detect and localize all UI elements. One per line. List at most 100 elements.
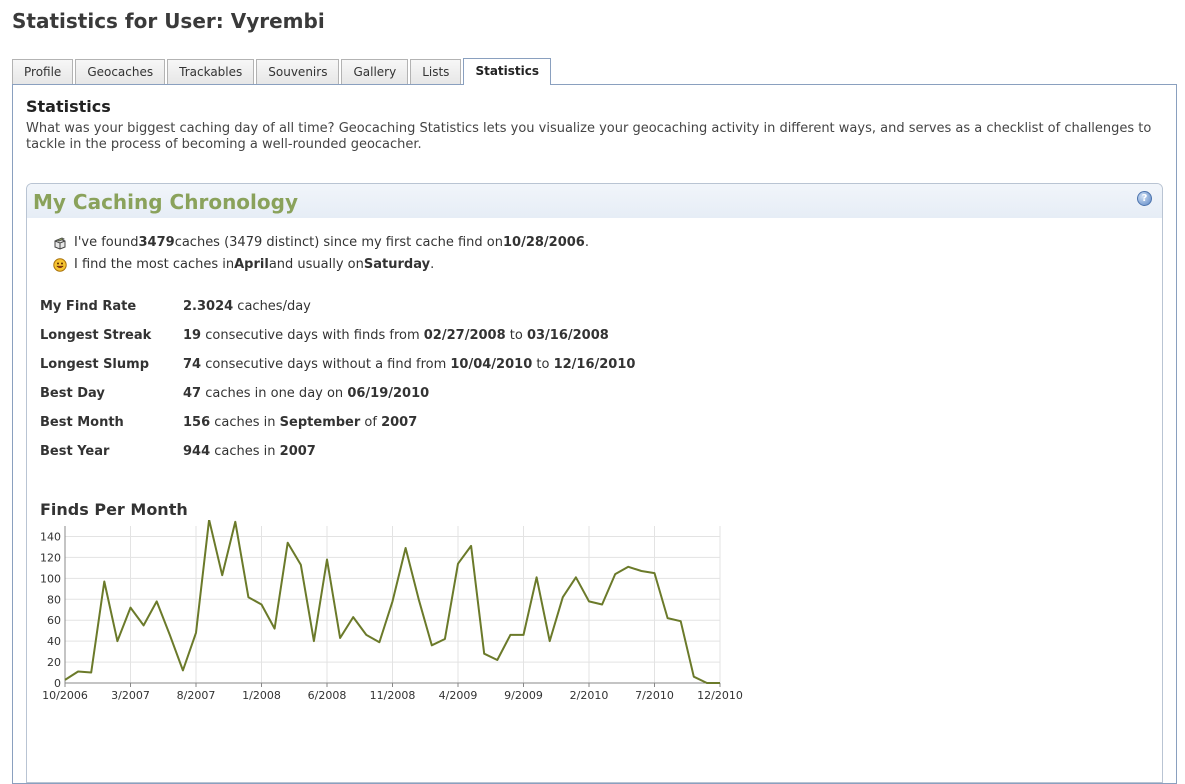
data-point: [377, 640, 381, 644]
x-tick-label: 9/2009: [504, 689, 543, 702]
x-tick-label: 7/2010: [635, 689, 674, 702]
data-point: [692, 675, 696, 679]
data-point: [233, 520, 237, 524]
data-point: [89, 671, 93, 675]
most-day: Saturday: [363, 257, 431, 272]
data-point: [653, 571, 657, 575]
data-point: [443, 637, 447, 641]
data-point: [299, 563, 303, 567]
most-post: .: [430, 257, 435, 272]
slump-to: to: [532, 357, 554, 372]
data-point: [613, 572, 617, 576]
y-tick-label: 60: [47, 614, 61, 627]
data-point: [115, 639, 119, 643]
streak-end: 03/16/2008: [526, 328, 609, 343]
most-mid: and usually on: [268, 257, 364, 272]
data-point: [469, 544, 473, 548]
data-point: [522, 633, 526, 637]
data-point: [430, 643, 434, 647]
data-point: [548, 639, 552, 643]
question-help-icon[interactable]: ?: [1137, 191, 1152, 206]
x-tick-label: 6/2008: [308, 689, 347, 702]
most-summary: I find the most caches in April and usua…: [53, 257, 434, 272]
best-year-value: 944 caches in 2007: [183, 444, 316, 459]
streak-days: 19: [183, 328, 202, 343]
best-day-date: 06/19/2010: [347, 386, 430, 401]
longest-slump-value: 74 consecutive days without a find from …: [183, 357, 635, 372]
found-count: 3479: [138, 235, 175, 250]
data-point: [364, 633, 368, 637]
y-tick-label: 120: [40, 551, 61, 564]
y-tick-label: 20: [47, 656, 61, 669]
x-tick-label: 8/2007: [177, 689, 216, 702]
find-rate-value: 2.3024 caches/day: [183, 299, 311, 314]
data-point: [417, 597, 421, 601]
tab-geocaches[interactable]: Geocaches: [75, 59, 166, 85]
statistics-intro: What was your biggest caching day of all…: [26, 121, 1152, 152]
tab-trackables[interactable]: Trackables: [167, 59, 255, 85]
best-year-label: Best Year: [40, 444, 110, 459]
data-point: [63, 678, 67, 682]
data-point: [600, 603, 604, 607]
best-month-year: 2007: [381, 415, 418, 430]
data-point: [391, 599, 395, 603]
most-pre: I find the most caches in: [74, 257, 235, 272]
best-year-text: caches in: [210, 444, 280, 459]
longest-streak-value: 19 consecutive days with finds from 02/2…: [183, 328, 609, 343]
tab-lists[interactable]: Lists: [410, 59, 462, 85]
tab-profile[interactable]: Profile: [12, 59, 74, 85]
data-point: [718, 681, 722, 685]
longest-slump-label: Longest Slump: [40, 357, 149, 372]
data-point: [508, 633, 512, 637]
data-point: [639, 569, 643, 573]
data-point: [325, 557, 329, 561]
data-point: [260, 603, 264, 607]
best-day-count: 47: [183, 386, 202, 401]
best-month-value: 156 caches in September of 2007: [183, 415, 417, 430]
x-tick-label: 2/2010: [570, 689, 609, 702]
tab-souvenirs[interactable]: Souvenirs: [256, 59, 340, 85]
data-point: [246, 595, 250, 599]
data-point: [286, 541, 290, 545]
y-tick-label: 100: [40, 572, 61, 585]
data-point: [338, 636, 342, 640]
found-summary: I've found 3479 caches (3479 distinct) s…: [53, 235, 589, 250]
best-month-label: Best Month: [40, 415, 124, 430]
data-point: [679, 619, 683, 623]
x-tick-label: 4/2009: [439, 689, 478, 702]
best-day-text: caches in one day on: [201, 386, 348, 401]
best-month-of: of: [360, 415, 382, 430]
longest-streak-label: Longest Streak: [40, 328, 152, 343]
slump-days: 74: [183, 357, 202, 372]
data-point: [404, 546, 408, 550]
data-point: [561, 595, 565, 599]
data-point: [220, 573, 224, 577]
data-point: [312, 639, 316, 643]
x-tick-label: 12/2010: [697, 689, 743, 702]
data-point: [574, 575, 578, 579]
find-rate-unit: caches/day: [233, 299, 311, 314]
x-tick-label: 3/2007: [111, 689, 150, 702]
streak-text: consecutive days with finds from: [201, 328, 424, 343]
x-tick-label: 10/2006: [42, 689, 88, 702]
slump-text: consecutive days without a find from: [201, 357, 451, 372]
tab-statistics[interactable]: Statistics: [463, 58, 552, 85]
best-day-value: 47 caches in one day on 06/19/2010: [183, 386, 429, 401]
streak-start: 02/27/2008: [423, 328, 506, 343]
best-month-name: September: [279, 415, 361, 430]
data-point: [142, 623, 146, 627]
first-find-date: 10/28/2006: [502, 235, 585, 250]
tab-gallery[interactable]: Gallery: [341, 59, 409, 85]
data-point: [273, 627, 277, 631]
x-tick-label: 11/2008: [370, 689, 416, 702]
data-point: [587, 599, 591, 603]
y-tick-label: 80: [47, 593, 61, 606]
chronology-title: My Caching Chronology: [33, 190, 298, 214]
found-pre: I've found: [74, 235, 139, 250]
best-month-text: caches in: [210, 415, 280, 430]
find-rate-number: 2.3024: [183, 299, 234, 314]
data-point: [351, 615, 355, 619]
data-point: [76, 669, 80, 673]
slump-end: 12/16/2010: [553, 357, 636, 372]
y-tick-label: 140: [40, 530, 61, 543]
